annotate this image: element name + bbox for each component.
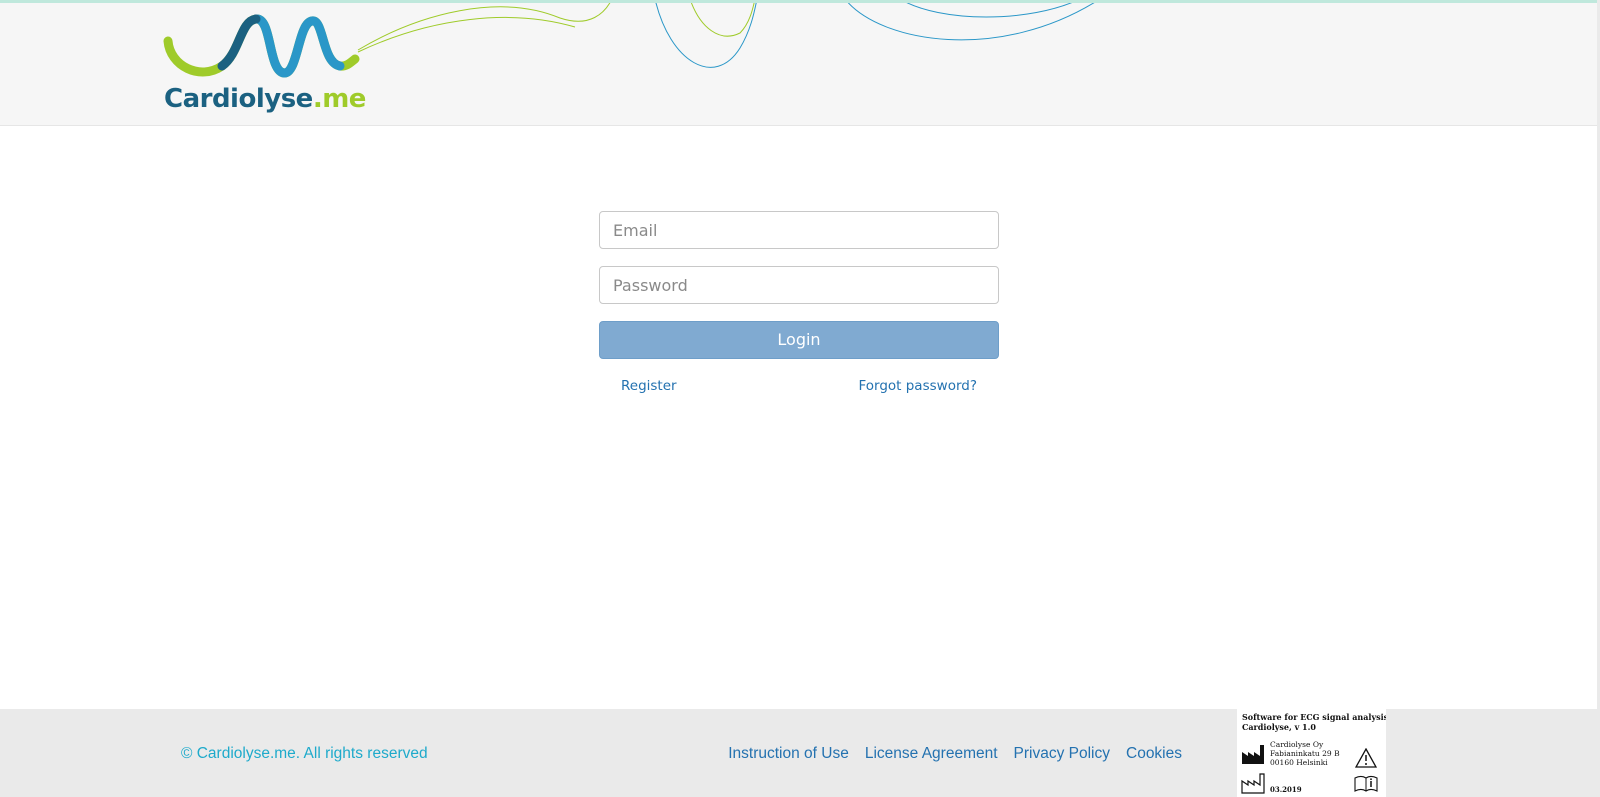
device-label: Software for ECG signal analysis Cardiol…: [1237, 709, 1386, 797]
manufacture-date: 03.2019: [1270, 785, 1302, 794]
logo-text: Cardiolyse.me: [164, 84, 366, 114]
footer-nav: Instruction of Use License Agreement Pri…: [728, 745, 1182, 763]
login-form: Login Register Forgot password?: [599, 211, 999, 402]
device-label-title-line1: Software for ECG signal analysis: [1242, 712, 1386, 722]
manufacturer-street: Fabianinkatu 29 B: [1270, 749, 1340, 758]
warning-icon: [1355, 748, 1377, 768]
manufacture-date-icon: [1241, 773, 1265, 794]
password-input[interactable]: [599, 266, 999, 304]
login-page: Cardiolyse.me Login Register Forgot pass…: [0, 0, 1600, 797]
logo-name: Cardiolyse: [164, 84, 313, 114]
device-label-title-line2: Cardiolyse, v 1.0: [1242, 722, 1316, 732]
register-link[interactable]: Register: [621, 378, 677, 394]
device-label-address: Cardiolyse Oy Fabianinkatu 29 B 00160 He…: [1270, 740, 1340, 767]
form-links: Register Forgot password?: [599, 378, 999, 402]
logo-tld: .me: [312, 84, 367, 114]
footer-link-cookies[interactable]: Cookies: [1126, 745, 1182, 763]
manufacturer-name: Cardiolyse Oy: [1270, 740, 1324, 749]
email-input[interactable]: [599, 211, 999, 249]
forgot-password-link[interactable]: Forgot password?: [858, 378, 977, 394]
footer-link-privacy-policy[interactable]: Privacy Policy: [1014, 745, 1110, 763]
instructions-icon: [1354, 775, 1378, 792]
login-button[interactable]: Login: [599, 321, 999, 359]
footer-link-license-agreement[interactable]: License Agreement: [865, 745, 998, 763]
copyright-text: © Cardiolyse.me. All rights reserved: [181, 745, 428, 762]
footer-link-instruction-of-use[interactable]: Instruction of Use: [728, 745, 849, 763]
cardiolyse-logo[interactable]: Cardiolyse.me: [160, 11, 366, 121]
logo-wave-icon: [163, 14, 360, 78]
manufacturer-city: 00160 Helsinki: [1270, 758, 1328, 767]
device-label-title: Software for ECG signal analysis Cardiol…: [1242, 712, 1386, 732]
manufacturer-icon: [1242, 745, 1264, 764]
header: Cardiolyse.me: [0, 3, 1600, 126]
